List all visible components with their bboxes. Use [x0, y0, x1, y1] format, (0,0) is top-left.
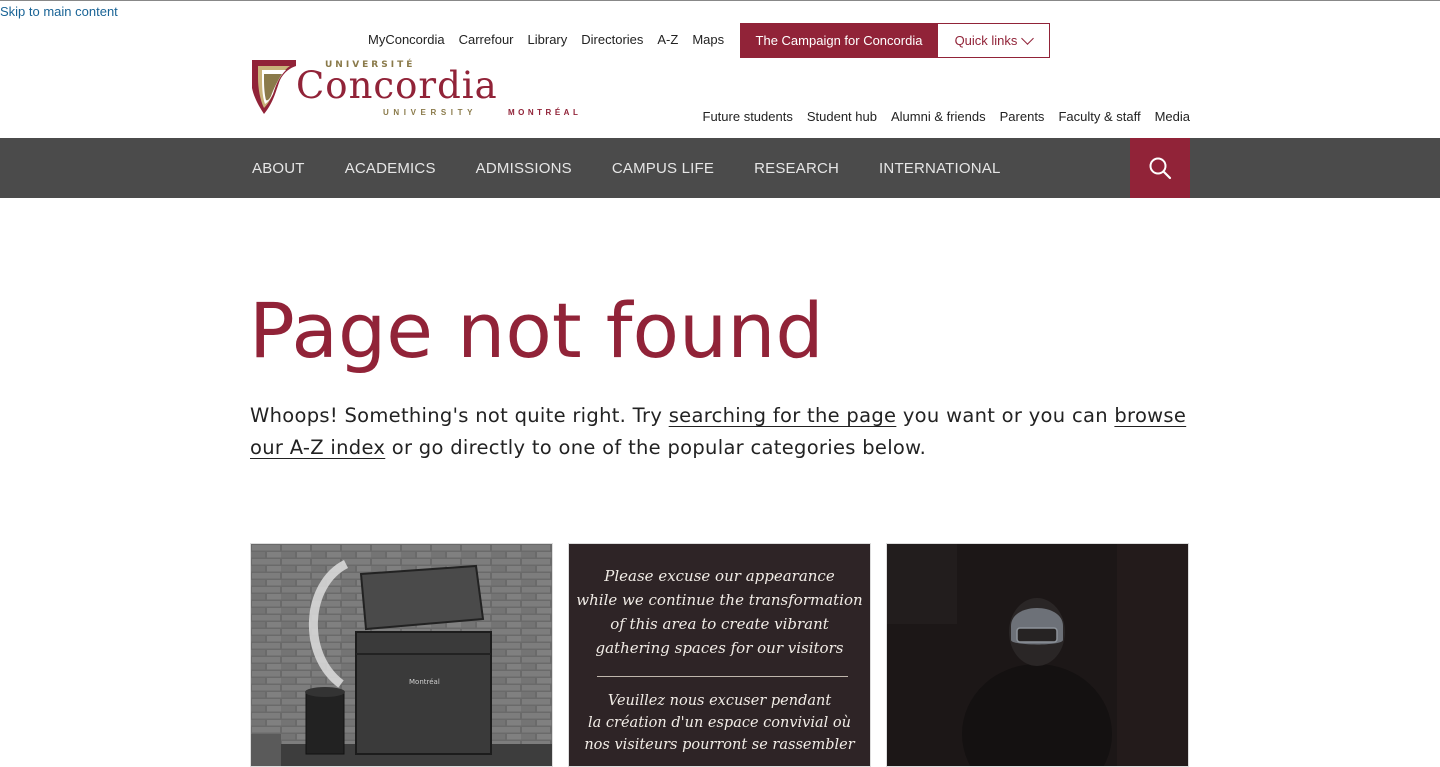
- sign-en-line-3: of this area to create vibrant: [610, 615, 829, 633]
- main-nav-international[interactable]: INTERNATIONAL: [879, 160, 1001, 177]
- audience-link-media[interactable]: Media: [1155, 109, 1190, 125]
- dumpster-label: Montréal: [409, 678, 440, 686]
- main-nav-campus-life[interactable]: CAMPUS LIFE: [612, 160, 714, 177]
- logo-concordia: Concordia: [296, 64, 498, 107]
- audience-link-student-hub[interactable]: Student hub: [807, 109, 877, 125]
- main-nav-academics[interactable]: ACADEMICS: [345, 160, 436, 177]
- concordia-logo[interactable]: UNIVERSITÉ Concordia UNIVERSITY MONTRÉAL: [250, 58, 610, 120]
- sign-en-line-1: Please excuse our appearance: [604, 567, 835, 585]
- main-nav-items: ABOUT ACADEMICS ADMISSIONS CAMPUS LIFE R…: [252, 138, 1041, 198]
- search-button[interactable]: [1130, 138, 1190, 198]
- sign-fr-line-2: la création d'un espace convivial où: [588, 715, 851, 731]
- utility-link-maps[interactable]: Maps: [692, 32, 724, 48]
- utility-link-carrefour[interactable]: Carrefour: [459, 32, 514, 48]
- intro-text-3: or go directly to one of the popular cat…: [385, 436, 927, 459]
- skip-to-content-link[interactable]: Skip to main content: [0, 4, 118, 19]
- top-border: [0, 0, 1440, 1]
- category-card-1[interactable]: Montréal: [250, 543, 553, 767]
- hooded-figure-photo: [887, 544, 1188, 766]
- audience-link-parents[interactable]: Parents: [1000, 109, 1045, 125]
- sign-fr-line-1: Veuillez nous excuser pendant: [607, 693, 832, 709]
- sign-en-line-4: gathering spaces for our visitors: [595, 639, 844, 657]
- audience-nav: Future students Student hub Alumni & fri…: [689, 109, 1190, 125]
- audience-link-faculty-staff[interactable]: Faculty & staff: [1058, 109, 1140, 125]
- utility-link-directories[interactable]: Directories: [581, 32, 643, 48]
- category-card-2[interactable]: Please excuse our appearance while we co…: [568, 543, 871, 767]
- sign-french: Veuillez nous excuser pendant la créatio…: [569, 690, 870, 756]
- intro-text-1: Whoops! Something's not quite right. Try: [250, 404, 669, 427]
- quick-links-label: Quick links: [954, 33, 1018, 48]
- main-nav-about[interactable]: ABOUT: [252, 160, 305, 177]
- page-title: Page not found: [249, 286, 824, 375]
- intro-text-2: you want or you can: [896, 404, 1115, 427]
- sign-fr-line-3: nos visiteurs pourront se rassembler: [584, 737, 855, 753]
- search-page-link[interactable]: searching for the page: [669, 404, 897, 427]
- campaign-button[interactable]: The Campaign for Concordia: [740, 23, 938, 58]
- utility-nav: MyConcordia Carrefour Library Directorie…: [368, 32, 738, 48]
- main-nav: ABOUT ACADEMICS ADMISSIONS CAMPUS LIFE R…: [0, 138, 1440, 198]
- category-card-3[interactable]: [886, 543, 1189, 767]
- utility-link-library[interactable]: Library: [528, 32, 568, 48]
- utility-link-myconcordia[interactable]: MyConcordia: [368, 32, 445, 48]
- category-cards: Montréal Please excuse our appearance wh…: [250, 543, 1189, 767]
- sign-divider: [597, 676, 848, 677]
- dumpster-photo: Montréal: [251, 544, 552, 766]
- search-icon: [1149, 157, 1172, 180]
- audience-link-alumni[interactable]: Alumni & friends: [891, 109, 986, 125]
- utility-link-a-z[interactable]: A-Z: [657, 32, 678, 48]
- main-nav-research[interactable]: RESEARCH: [754, 160, 839, 177]
- logo-montreal: MONTRÉAL: [508, 108, 582, 117]
- chevron-down-icon: [1021, 32, 1035, 45]
- sign-english: Please excuse our appearance while we co…: [569, 564, 870, 660]
- intro-paragraph: Whoops! Something's not quite right. Try…: [250, 400, 1200, 464]
- audience-link-future-students[interactable]: Future students: [703, 109, 793, 125]
- quick-links-button[interactable]: Quick links: [937, 23, 1050, 58]
- logo-university: UNIVERSITY: [383, 108, 478, 117]
- sign-en-line-2: while we continue the transformation: [576, 591, 863, 609]
- crest-icon: [252, 60, 296, 114]
- main-nav-admissions[interactable]: ADMISSIONS: [476, 160, 572, 177]
